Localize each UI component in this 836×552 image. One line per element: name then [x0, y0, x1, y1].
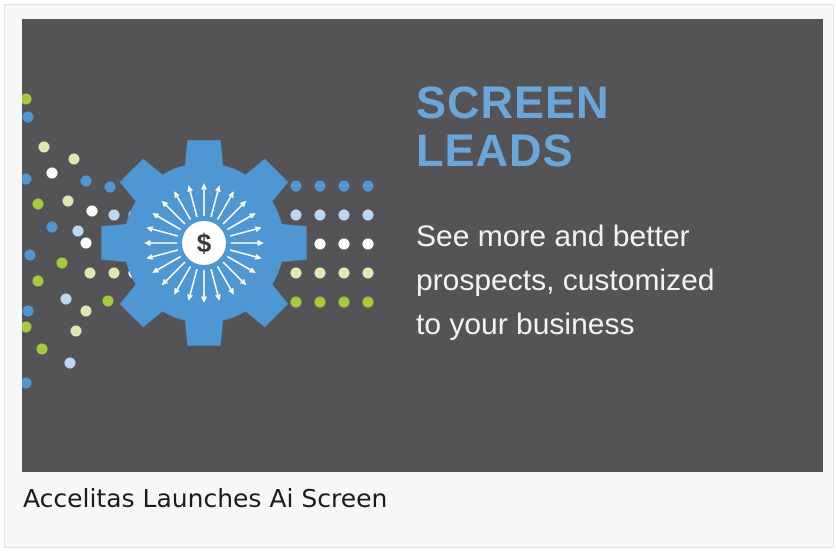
article-card[interactable]: $ SCREEN LEADS See more and better prosp…: [4, 4, 834, 548]
article-title[interactable]: Accelitas Launches Ai Screen: [23, 479, 387, 519]
promo-banner-image[interactable]: $ SCREEN LEADS See more and better prosp…: [22, 19, 823, 472]
tagline-line-3: to your business: [416, 308, 635, 341]
banner-headline: SCREEN LEADS: [416, 79, 610, 175]
gear-icon: $: [101, 140, 307, 346]
headline-line-2: LEADS: [416, 125, 574, 176]
banner-tagline: See more and better prospects, customize…: [416, 215, 714, 347]
tagline-line-1: See more and better: [416, 220, 690, 253]
dollar-sign-icon: $: [197, 228, 212, 258]
tagline-line-2: prospects, customized: [416, 264, 715, 297]
headline-line-1: SCREEN: [416, 77, 610, 128]
